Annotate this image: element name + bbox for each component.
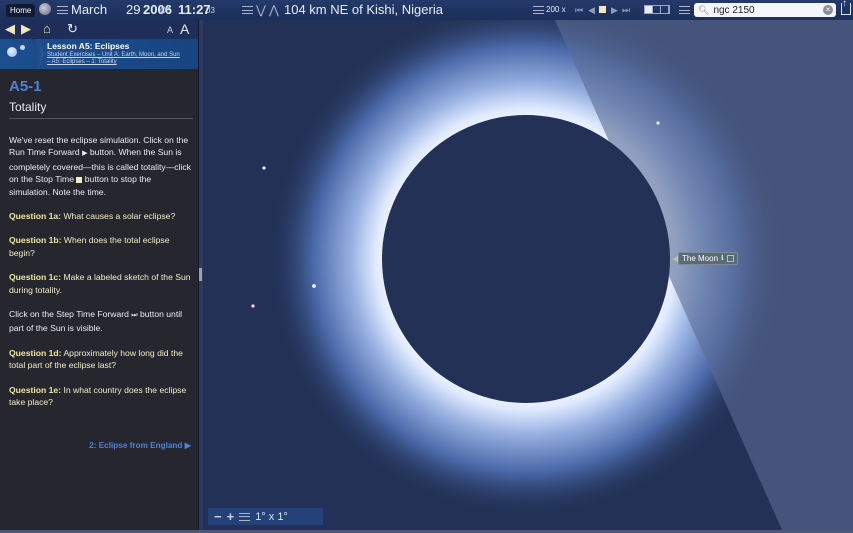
lesson-content: A5-1 Totality We've reset the eclipse si…	[9, 78, 193, 409]
top-toolbar: Home March 29 2006 CE 11:27 03 ⋁ ⋀ 104 k…	[0, 0, 853, 20]
rate-menu-icon[interactable]	[533, 6, 544, 14]
breadcrumb: Student Exercises – Unit A: Earth, Moon,…	[47, 52, 197, 66]
fov-bar: − + 1° x 1°	[208, 508, 323, 525]
step-paragraph: Click on the Step Time Forward ⏭ button …	[9, 308, 193, 335]
step-forward-icon: ⏭	[131, 312, 138, 320]
globe-icon[interactable]	[39, 3, 51, 15]
home-icon[interactable]: ⌂	[43, 22, 51, 36]
play-forward-icon[interactable]: ▶	[611, 5, 618, 16]
stop-icon[interactable]	[599, 6, 606, 13]
back-arrow-icon[interactable]: ◀	[5, 22, 15, 36]
sky-canvas[interactable]	[203, 20, 853, 530]
step-back-icon[interactable]: ⏮	[575, 5, 583, 16]
next-lesson-link[interactable]: 2: Eclipse from England ▶	[89, 440, 191, 450]
date-day[interactable]: 29	[126, 2, 140, 17]
moon-label-text: The Moon	[682, 254, 719, 263]
font-smaller-button[interactable]: A	[167, 25, 173, 35]
section-code: A5-1	[9, 78, 42, 95]
location-menu-icon[interactable]	[242, 6, 253, 14]
intro-paragraph: We've reset the eclipse simulation. Clic…	[9, 134, 193, 198]
font-larger-button[interactable]: A	[180, 21, 189, 37]
question-text: What causes a solar eclipse?	[61, 211, 176, 222]
layout-icon[interactable]	[644, 5, 670, 14]
moon-disc[interactable]	[382, 115, 670, 403]
moon-label[interactable]: The Moon ℹ	[678, 252, 738, 265]
date-menu-icon[interactable]	[57, 6, 68, 14]
zoom-out-button[interactable]: −	[214, 509, 222, 524]
lesson-logo-icon	[7, 47, 17, 57]
chevron-up-icon[interactable]: ⋀	[269, 3, 279, 17]
search-menu-icon[interactable]	[679, 6, 690, 14]
star[interactable]	[656, 121, 660, 125]
question-label: Question 1a:	[9, 211, 62, 222]
reload-icon[interactable]: ↻	[67, 22, 78, 36]
search-icon: 🔍︎	[698, 4, 710, 15]
question-label: Question 1b:	[9, 235, 62, 246]
star[interactable]	[251, 304, 255, 308]
search-input[interactable]: 🔍︎ ngc 2150 ×	[694, 3, 836, 17]
chevron-down-icon[interactable]: ⋁	[256, 3, 266, 17]
fov-readout[interactable]: 1° x 1°	[255, 511, 288, 523]
forward-arrow-icon[interactable]: ▶	[21, 22, 31, 36]
lesson-panel: ◀ ▶ ⌂ ↻ A A Lesson A5: Eclipses Student …	[0, 20, 198, 533]
info-icon[interactable]: ℹ	[721, 253, 724, 264]
stop-time-icon	[76, 176, 83, 183]
question-1b: Question 1b: When does the total eclipse…	[9, 234, 193, 259]
lesson-logo-dot	[20, 45, 25, 50]
time-seconds[interactable]: 03	[206, 6, 215, 15]
time-rate[interactable]: 200 x	[546, 5, 566, 14]
location-label[interactable]: 104 km NE of Kishi, Nigeria	[284, 2, 443, 17]
question-1a: Question 1a: What causes a solar eclipse…	[9, 210, 193, 222]
section-title: Totality	[9, 100, 193, 119]
splitter-grip[interactable]	[199, 268, 202, 281]
clear-icon[interactable]: ×	[823, 5, 833, 15]
breadcrumb-link-unit[interactable]: Student Exercises – Unit A: Earth, Moon,…	[47, 52, 180, 58]
search-value: ngc 2150	[713, 4, 755, 16]
checkbox-icon[interactable]	[726, 255, 734, 262]
question-1d: Question 1d: Approximately how long did …	[9, 347, 193, 372]
home-button[interactable]: Home	[6, 4, 36, 17]
sky-view[interactable]	[203, 20, 853, 530]
star[interactable]	[312, 284, 316, 288]
question-label: Question 1d:	[9, 347, 62, 358]
lesson-banner[interactable]: Lesson A5: Eclipses Student Exercises – …	[0, 39, 198, 69]
time-rate-value: 200	[546, 5, 560, 14]
step-text-a: Click on the Step Time Forward	[9, 309, 129, 320]
zoom-in-button[interactable]: +	[227, 509, 235, 524]
date-month[interactable]: March	[71, 2, 107, 17]
run-forward-icon: ▶	[82, 150, 88, 158]
fov-menu-icon[interactable]	[239, 512, 251, 521]
share-icon[interactable]	[841, 0, 851, 15]
time-rate-unit: x	[561, 5, 566, 14]
star[interactable]	[262, 166, 266, 170]
step-forward-icon[interactable]: ⏭	[622, 5, 630, 16]
lesson-title: Lesson A5: Eclipses	[47, 41, 130, 51]
question-label: Question 1c:	[9, 272, 62, 283]
breadcrumb-link-lesson[interactable]: – A5: Eclipses – 1: Totality	[47, 59, 117, 65]
play-back-icon[interactable]: ◀	[588, 5, 595, 16]
question-1c: Question 1c: Make a labeled sketch of th…	[9, 271, 193, 296]
panel-nav-bar: ◀ ▶ ⌂ ↻ A A	[0, 20, 198, 39]
question-label: Question 1e:	[9, 384, 62, 395]
breadcrumb-chevron-icon	[32, 39, 44, 69]
date-era[interactable]: CE	[160, 6, 171, 15]
question-1e: Question 1e: In what country does the ec…	[9, 384, 193, 409]
